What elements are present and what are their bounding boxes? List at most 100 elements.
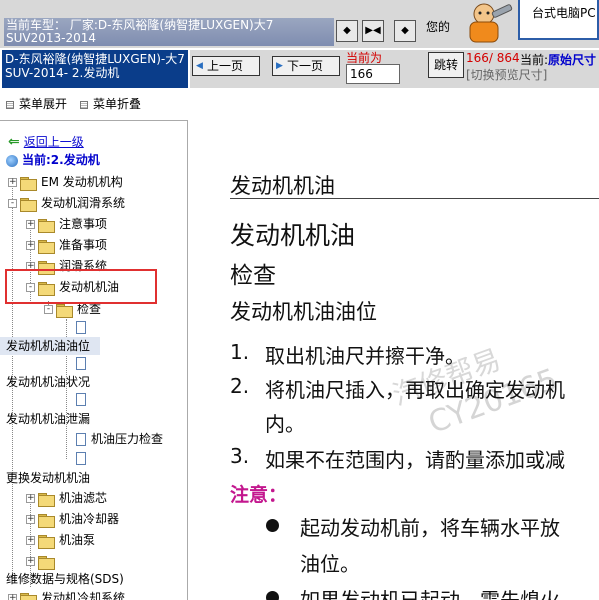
divider: [230, 198, 599, 199]
page-number-input[interactable]: [346, 64, 400, 84]
tree-item-oil-filter[interactable]: + 机油滤芯: [26, 489, 107, 507]
expand-icon[interactable]: +: [26, 536, 35, 545]
jump-button[interactable]: 跳转: [428, 52, 464, 78]
caution-label: 注意：: [230, 484, 288, 506]
tree-item-label: 检查: [77, 302, 102, 316]
tree-item-oil-pressure[interactable]: 机油压力检查: [76, 430, 163, 448]
bullet-text-cont: 油位。: [300, 552, 360, 576]
step-text-cont: 内。: [265, 412, 305, 436]
subsection-heading: 检查: [230, 263, 276, 289]
tree-item-label: 发动机机油油位: [6, 339, 91, 353]
current-node-label: 当前:2.发动机: [22, 153, 100, 167]
last-page-button[interactable]: ◆: [394, 20, 416, 42]
first-icon: ◆: [343, 25, 351, 36]
step-number: 2.: [230, 374, 250, 398]
expand-all-label: 菜单展开: [19, 97, 68, 111]
greeting-text: 您的: [426, 20, 451, 34]
folder-icon: [20, 176, 37, 191]
tree-item-oil-pump[interactable]: + 机油泵: [26, 531, 95, 549]
topic-heading: 发动机机油油位: [230, 300, 377, 324]
collapse-all-button[interactable]: 菜单折叠: [80, 95, 141, 112]
tree-item-oil-change[interactable]: 更换发动机机油: [6, 469, 90, 487]
document-icon: [76, 357, 86, 370]
app-window: 当前车型： 厂家:D-东风裕隆(纳智捷LUXGEN)大7 SUV2013-201…: [0, 0, 599, 600]
tree-item-em[interactable]: + EM 发动机机构: [8, 173, 123, 191]
folder-icon: [20, 197, 37, 212]
expand-icon[interactable]: +: [8, 178, 17, 187]
bullet-icon: [266, 519, 279, 532]
tree-item-preparation[interactable]: + 准备事项: [26, 236, 107, 254]
tree-item-label: 注意事项: [59, 217, 108, 231]
arrow-right-icon: ▶: [276, 61, 283, 71]
play-icon: ▶◀: [365, 25, 381, 36]
tree-doc-item[interactable]: [76, 318, 91, 336]
tree-panel: ⇐ 返回上一级 当前:2.发动机 + EM 发动机机构 - 发动机润滑系统 + 注意事项…: [0, 120, 188, 600]
menu-toolbar: 菜单展开 菜单折叠: [0, 88, 188, 118]
collapse-icon[interactable]: -: [8, 199, 17, 208]
current-node-row: 当前:2.发动机: [6, 151, 100, 169]
current-model-label: 当前车型： 厂家:D-东风裕隆(纳智捷LUXGEN)大7 SUV2013-201…: [4, 18, 334, 46]
expand-icon[interactable]: +: [26, 557, 35, 566]
tree-item-sds[interactable]: 维修数据与规格(SDS): [6, 570, 124, 588]
tree-item-label: 机油冷却器: [59, 512, 120, 526]
step-text: 取出机油尺并擦干净。: [265, 344, 465, 368]
highlight-box: [5, 269, 157, 304]
tree-item-label: 机油压力检查: [91, 432, 164, 446]
section-title: 发动机机油: [230, 174, 335, 198]
tree-item-oil-cooler[interactable]: + 机油冷却器: [26, 510, 119, 528]
bullet-text: 如果发动机已起动，需先熄火: [300, 588, 560, 600]
tree-item-label: 发动机机油状况: [6, 375, 91, 389]
folder-icon: [38, 492, 55, 507]
expand-icon[interactable]: +: [8, 594, 17, 600]
expand-icon[interactable]: +: [26, 515, 35, 524]
step-text: 如果不在范围内，请酌量添加或减: [265, 448, 565, 472]
tree-item-label: 发动机冷却系统: [41, 591, 126, 600]
bullet-text: 起动发动机前，将车辆水平放: [300, 516, 560, 540]
expand-all-button[interactable]: 菜单展开: [6, 95, 67, 112]
back-link[interactable]: 返回上一级: [24, 135, 84, 149]
tree-item-oil-level[interactable]: 发动机机油油位: [0, 337, 100, 355]
last-icon: ◆: [401, 25, 409, 36]
vehicle-header: D-东风裕隆(纳智捷LUXGEN)-大7 SUV-2014- 2.发动机: [2, 50, 188, 88]
folder-icon: [56, 303, 73, 318]
page-nav-bar: ◀上一页 ▶下一页 当前为 跳转 166/ 864 当前:原始尺寸 [切换预览尺…: [190, 50, 599, 88]
tree-doc-item[interactable]: [76, 354, 91, 372]
first-page-button[interactable]: ◆: [336, 20, 358, 42]
size-prefix: 当前:: [520, 53, 549, 67]
tree-item-precautions[interactable]: + 注意事项: [26, 215, 107, 233]
expand-icon[interactable]: +: [26, 494, 35, 503]
document-icon: [76, 393, 86, 406]
arrow-left-icon: ◀: [196, 61, 203, 71]
tree-doc-item[interactable]: [76, 449, 91, 467]
next-page-button[interactable]: ▶ 下一页: [272, 56, 340, 76]
bullet-icon: [266, 591, 279, 600]
back-arrow-icon: ⇐: [8, 134, 20, 150]
tree-doc-item[interactable]: [76, 390, 91, 408]
ad-text: 台式电脑PC: [532, 6, 596, 20]
document-icon: [76, 433, 86, 446]
tree-item-label: 发动机润滑系统: [41, 196, 126, 210]
prev-page-button[interactable]: ◀ 上一页: [192, 56, 260, 76]
folder-icon: [38, 555, 55, 570]
tree-item-oil-leak[interactable]: 发动机机油泄漏: [6, 410, 90, 428]
tree-item-lubrication[interactable]: - 发动机润滑系统: [8, 194, 125, 212]
ad-panel[interactable]: 台式电脑PC: [518, 0, 599, 40]
tree-item-label: 机油泵: [59, 533, 96, 547]
expand-icon[interactable]: +: [26, 220, 35, 229]
collapse-icon: [80, 100, 88, 109]
tree-item-cooling[interactable]: + 发动机冷却系统: [8, 589, 125, 600]
folder-icon: [38, 218, 55, 233]
tree-item-label: EM 发动机机构: [41, 175, 123, 189]
switch-preview-link[interactable]: [切换预览尺寸]: [466, 66, 547, 83]
document-icon: [76, 452, 86, 465]
tree-item-oil-condition[interactable]: 发动机机油状况: [6, 373, 90, 391]
back-link-row[interactable]: ⇐ 返回上一级: [8, 133, 84, 151]
play-button[interactable]: ▶◀: [362, 20, 384, 42]
expand-icon[interactable]: +: [26, 241, 35, 250]
collapse-icon[interactable]: -: [44, 305, 53, 314]
tree-item-folder[interactable]: +: [26, 552, 59, 570]
size-value: 原始尺寸: [548, 53, 597, 67]
folder-icon: [38, 534, 55, 549]
step-number: 3.: [230, 444, 250, 468]
globe-icon: [6, 154, 18, 167]
